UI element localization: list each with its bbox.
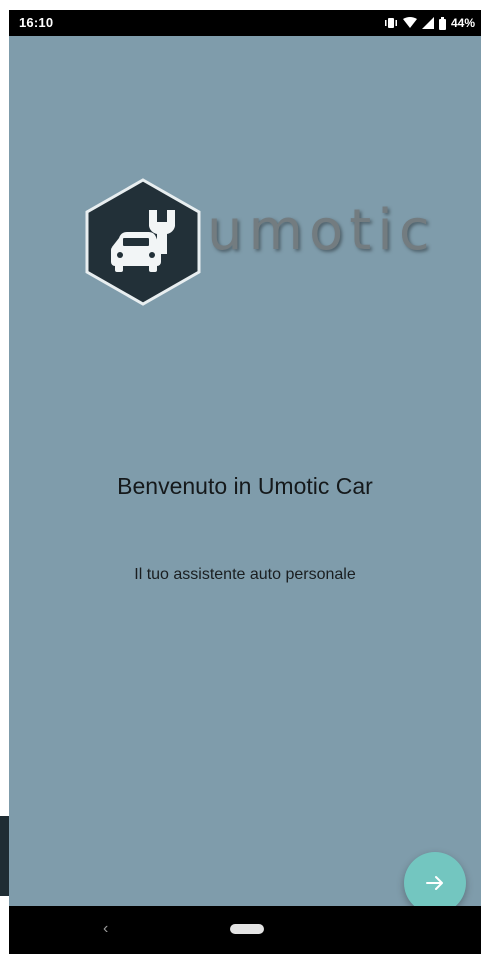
status-bar: 16:10 44%	[9, 10, 481, 36]
welcome-screen: umotic Benvenuto in Umotic Car Il tuo as…	[9, 36, 481, 914]
arrow-right-icon	[426, 876, 443, 890]
status-icons: 44%	[384, 14, 475, 32]
status-time: 16:10	[19, 15, 54, 30]
welcome-title: Benvenuto in Umotic Car	[117, 473, 373, 499]
vibrate-icon	[384, 17, 398, 29]
device-frame: 16:10 44% umotic Benvenuto in Umotic Car…	[9, 10, 481, 954]
home-pill-icon[interactable]	[230, 924, 264, 934]
car-wrench-icon	[85, 178, 201, 306]
back-chevron-icon[interactable]: ‹	[103, 920, 108, 938]
next-button[interactable]	[404, 852, 466, 914]
app-wordmark: umotic	[207, 198, 436, 263]
navigation-bar: ‹	[9, 906, 481, 954]
app-logo: umotic	[79, 176, 430, 306]
wifi-icon	[402, 17, 417, 29]
background-edge	[0, 816, 9, 896]
welcome-subtitle: Il tuo assistente auto personale	[134, 566, 356, 583]
battery-icon	[438, 16, 446, 30]
cellular-signal-icon	[421, 17, 434, 29]
battery-percentage: 44%	[450, 16, 475, 30]
